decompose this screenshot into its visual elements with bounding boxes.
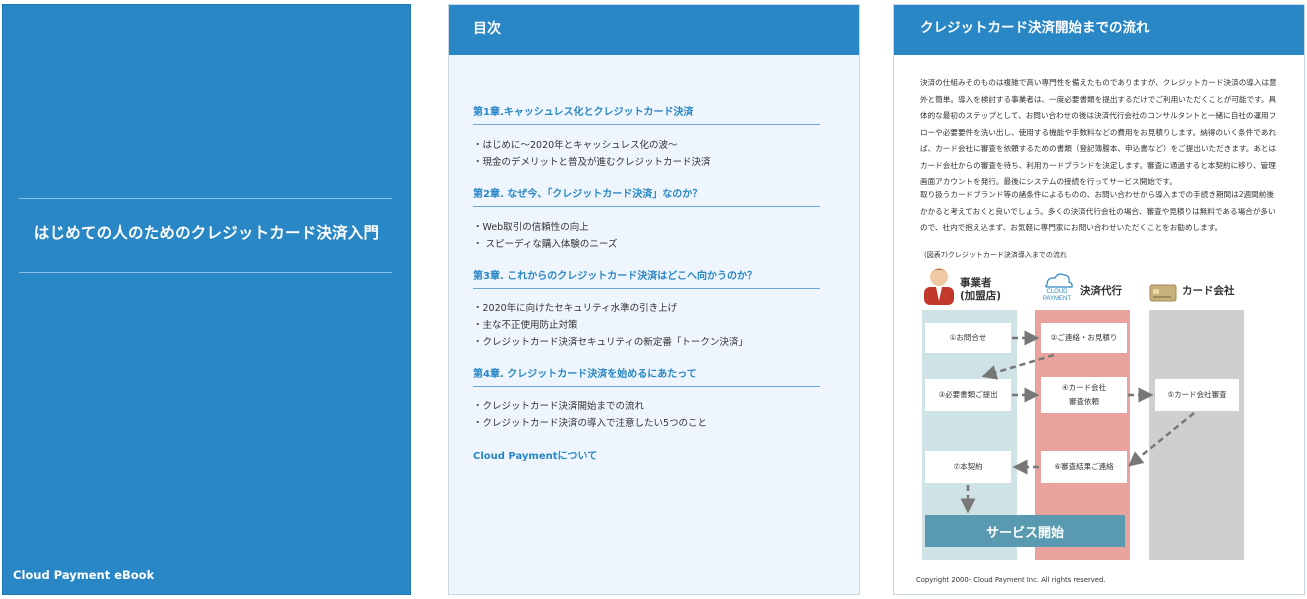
cover-title: はじめての人のためのクレジットカード決済入門 [33,224,380,242]
toc-about[interactable]: Cloud Paymentについて [473,447,597,462]
toc-item[interactable]: ・主な不正使用防止対策 [473,317,578,331]
arrow-2-3 [981,353,1055,380]
copyright: Copyright 2000- Cloud Payment Inc. All r… [916,576,1106,584]
cover-bottom-rule [19,272,392,273]
toc-item[interactable]: ・Web取引の信頼性の向上 [473,219,589,233]
toc-item[interactable]: ・クレジットカード決済開始までの流れ [473,398,644,412]
toc-chapter-2[interactable]: 第2章. なぜ今、「クレジットカード決済」なのか？ [473,185,820,207]
toc-item[interactable]: ・現金のデメリットと普及が進むクレジットカード決済 [473,154,711,168]
toc-chapter-1[interactable]: 第1章.キャッシュレス化とクレジットカード決済 [473,103,820,125]
toc-chapter-4[interactable]: 第4章. クレジットカード決済を始めるにあたって [473,365,820,387]
toc-page: 目次 第1章.キャッシュレス化とクレジットカード決済 ・はじめに～2020年とキ… [448,4,860,595]
cover-top-rule [19,198,392,199]
toc-header: 目次 [449,5,859,55]
toc-item[interactable]: ・ スピーディな購入体験のニーズ [473,236,617,250]
toc-item[interactable]: ・はじめに～2020年とキャッシュレス化の波～ [473,137,678,151]
cover-footer: Cloud Payment eBook [13,568,155,582]
toc-item[interactable]: ・クレジットカード決済の導入で注意したい5つのこと [473,415,707,429]
toc-item[interactable]: ・クレジットカード決済セキュリティの新定番「トークン決済」 [473,334,748,348]
toc-chapter-3[interactable]: 第3章. これからのクレジットカード決済はどこへ向かうのか？ [473,267,820,289]
flow-page: クレジットカード決済開始までの流れ 決済の仕組みそのものは複雑で高い専門性を備え… [893,4,1305,595]
cover-page: はじめての人のためのクレジットカード決済入門 Cloud Payment eBo… [2,4,411,595]
toc-item[interactable]: ・2020年に向けたセキュリティ水準の引き上げ [473,300,677,314]
flow-arrows [960,330,1195,514]
arrow-5-6 [1128,412,1195,467]
